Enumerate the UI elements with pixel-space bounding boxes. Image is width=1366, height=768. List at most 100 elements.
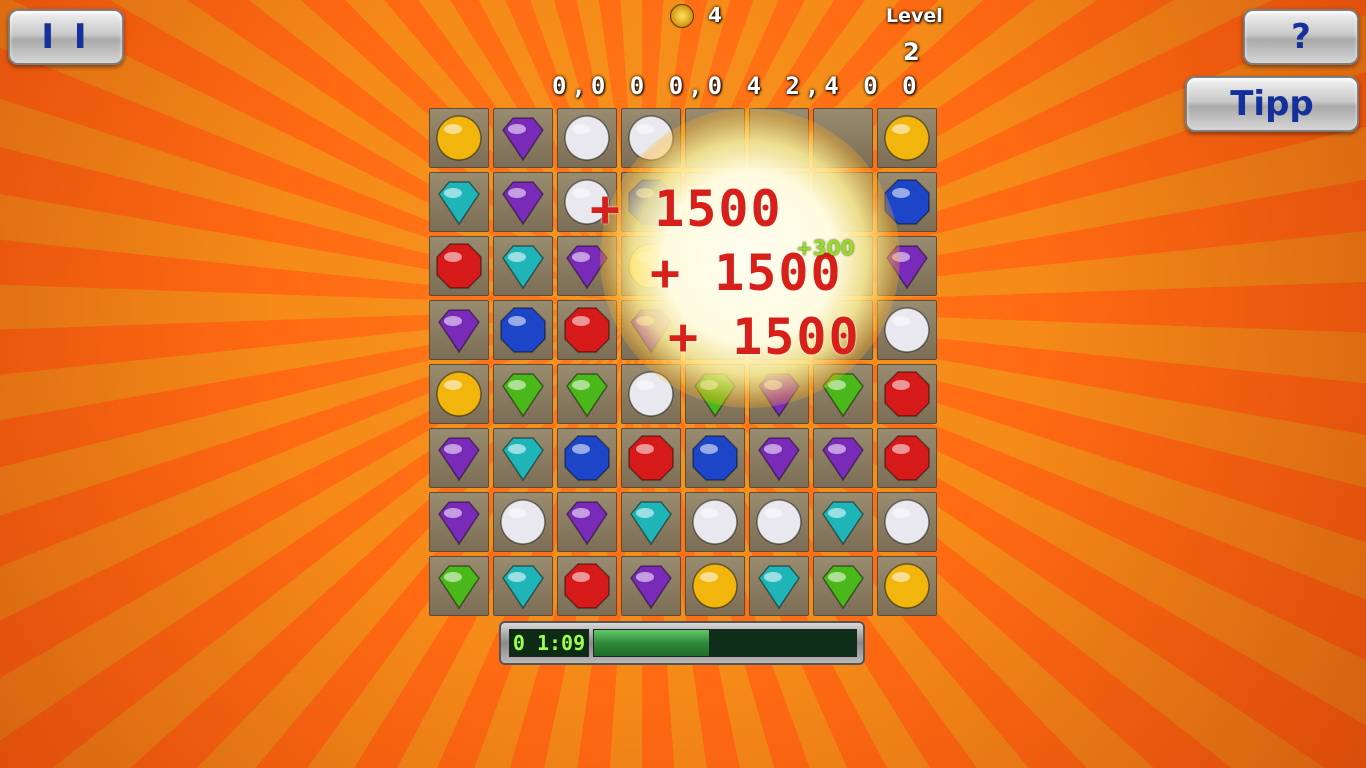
blue-gem-icon xyxy=(692,435,738,481)
purple-gem-icon xyxy=(566,501,608,546)
level-value: 2 xyxy=(903,38,920,66)
board-cell[interactable] xyxy=(557,300,617,360)
board-cell[interactable] xyxy=(493,492,553,552)
purple-gem-icon xyxy=(502,181,544,226)
white-gem-icon xyxy=(884,307,930,353)
board-cell[interactable] xyxy=(493,428,553,488)
timer-bar: 0 1:09 xyxy=(499,621,865,665)
timer-track xyxy=(593,629,857,657)
small-score-popup: +300 xyxy=(796,236,855,260)
board-cell[interactable] xyxy=(877,492,937,552)
lives-count: 4 xyxy=(708,3,722,27)
red-gem-icon xyxy=(564,563,610,609)
board-cell[interactable] xyxy=(429,556,489,616)
board-cell[interactable] xyxy=(685,556,745,616)
purple-gem-icon xyxy=(822,437,864,482)
board-cell[interactable] xyxy=(621,428,681,488)
white-gem-icon xyxy=(884,499,930,545)
pause-button[interactable]: I I xyxy=(8,9,124,65)
board-cell[interactable] xyxy=(749,428,809,488)
white-gem-icon xyxy=(500,499,546,545)
board-cell[interactable] xyxy=(685,492,745,552)
green-gem-icon xyxy=(694,373,736,418)
board-cell[interactable] xyxy=(685,108,745,168)
board-cell[interactable] xyxy=(621,556,681,616)
level-label: Level xyxy=(886,5,943,27)
blue-gem-icon xyxy=(564,435,610,481)
yellow-gem-icon xyxy=(436,371,482,417)
board-cell[interactable] xyxy=(685,428,745,488)
board-cell[interactable] xyxy=(557,428,617,488)
coin-icon xyxy=(670,4,694,28)
board-cell[interactable] xyxy=(813,556,873,616)
board-cell[interactable] xyxy=(749,556,809,616)
purple-gem-icon xyxy=(630,565,672,610)
timer-fill xyxy=(594,630,710,656)
board-cell[interactable] xyxy=(749,108,809,168)
green-gem-icon xyxy=(822,373,864,418)
green-gem-icon xyxy=(822,565,864,610)
board-cell[interactable] xyxy=(621,108,681,168)
score-popup: + 1500 xyxy=(590,180,783,238)
board-cell[interactable] xyxy=(813,108,873,168)
board-cell[interactable] xyxy=(621,364,681,424)
board-cell[interactable] xyxy=(493,300,553,360)
board-cell[interactable] xyxy=(877,108,937,168)
yellow-gem-icon xyxy=(436,115,482,161)
board-cell[interactable] xyxy=(557,364,617,424)
board-cell[interactable] xyxy=(557,108,617,168)
board-cell[interactable] xyxy=(877,364,937,424)
purple-gem-icon xyxy=(438,309,480,354)
board-cell[interactable] xyxy=(429,428,489,488)
board-cell[interactable] xyxy=(685,364,745,424)
purple-gem-icon xyxy=(758,373,800,418)
white-gem-icon xyxy=(564,115,610,161)
white-gem-icon xyxy=(756,499,802,545)
cyan-gem-icon xyxy=(630,501,672,546)
score-display: 0,0 0 0,0 4 2,4 0 0 xyxy=(552,72,922,100)
board-cell[interactable] xyxy=(493,108,553,168)
yellow-gem-icon xyxy=(884,563,930,609)
board-cell[interactable] xyxy=(493,236,553,296)
blue-gem-icon xyxy=(500,307,546,353)
board-cell[interactable] xyxy=(813,172,873,232)
board-cell[interactable] xyxy=(813,428,873,488)
white-gem-icon xyxy=(692,499,738,545)
board-cell[interactable] xyxy=(749,364,809,424)
board-cell[interactable] xyxy=(557,492,617,552)
board-cell[interactable] xyxy=(813,492,873,552)
board-cell[interactable] xyxy=(493,556,553,616)
board-cell[interactable] xyxy=(877,236,937,296)
cyan-gem-icon xyxy=(758,565,800,610)
green-gem-icon xyxy=(438,565,480,610)
board-cell[interactable] xyxy=(877,556,937,616)
board-cell[interactable] xyxy=(813,364,873,424)
board-cell[interactable] xyxy=(429,236,489,296)
board-cell[interactable] xyxy=(429,492,489,552)
timer-readout: 0 1:09 xyxy=(509,629,589,657)
board-cell[interactable] xyxy=(877,300,937,360)
board-cell[interactable] xyxy=(493,172,553,232)
hint-button[interactable]: Tipp xyxy=(1185,76,1359,132)
board-cell[interactable] xyxy=(877,428,937,488)
board-cell[interactable] xyxy=(493,364,553,424)
purple-gem-icon xyxy=(438,437,480,482)
cyan-gem-icon xyxy=(822,501,864,546)
yellow-gem-icon xyxy=(884,115,930,161)
board-cell[interactable] xyxy=(557,556,617,616)
green-gem-icon xyxy=(502,373,544,418)
purple-gem-icon xyxy=(886,245,928,290)
board-cell[interactable] xyxy=(429,172,489,232)
red-gem-icon xyxy=(436,243,482,289)
board-cell[interactable] xyxy=(429,364,489,424)
cyan-gem-icon xyxy=(502,565,544,610)
blue-gem-icon xyxy=(884,179,930,225)
board-cell[interactable] xyxy=(877,172,937,232)
board-cell[interactable] xyxy=(429,300,489,360)
green-gem-icon xyxy=(566,373,608,418)
board-cell[interactable] xyxy=(749,492,809,552)
board-cell[interactable] xyxy=(429,108,489,168)
help-button[interactable]: ? xyxy=(1243,9,1359,65)
board-cell[interactable] xyxy=(621,492,681,552)
board-cell[interactable] xyxy=(557,236,617,296)
